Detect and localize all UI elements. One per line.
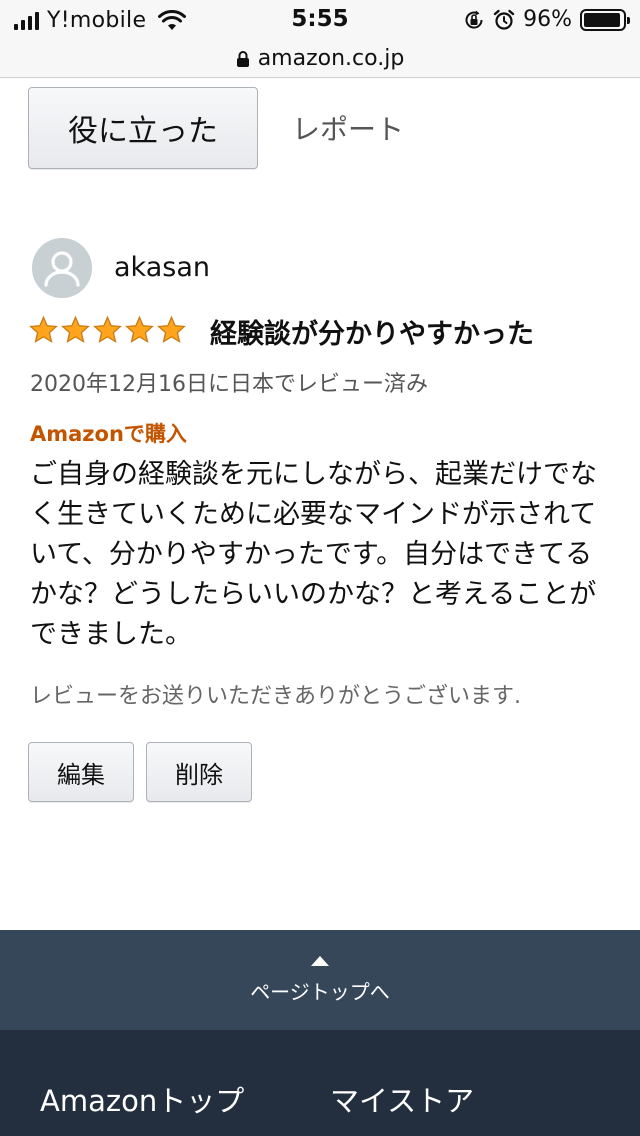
review-body: ご自身の経験談を元にしながら、起業だけでなく生きていくために必要なマインドが示さ… — [30, 459, 597, 650]
star-icon — [125, 315, 154, 343]
lock-icon — [236, 50, 249, 67]
footer-link-my-store[interactable]: マイストア — [330, 1078, 474, 1120]
battery-fill — [584, 12, 621, 27]
battery-percent: 96% — [523, 7, 572, 32]
back-to-top-bar[interactable]: ページトップへ — [0, 930, 640, 1030]
star-icon — [29, 315, 58, 343]
default-avatar-icon — [32, 238, 92, 298]
address-bar[interactable]: amazon.co.jp — [0, 40, 640, 78]
url-text: amazon.co.jp — [257, 46, 405, 71]
verified-purchase-badge: Amazonで購入 — [30, 422, 187, 446]
footer-link-amazon-top[interactable]: Amazonトップ — [40, 1078, 244, 1120]
star-icon — [61, 315, 90, 343]
reviewer-name[interactable]: akasan — [114, 252, 210, 283]
status-bar: Y!mobile 5:55 96% — [0, 0, 640, 40]
orientation-lock-icon — [465, 10, 483, 29]
star-rating — [28, 315, 187, 345]
review-title: 経験談が分かりやすかった — [210, 319, 534, 350]
star-icon — [157, 315, 186, 343]
helpful-button[interactable]: 役に立った — [28, 87, 258, 169]
back-to-top-label: ページトップへ — [250, 979, 390, 1004]
review-date: 2020年12月16日に日本でレビュー済み — [30, 372, 428, 397]
review-thanks-message: レビューをお送りいただきありがとうございます. — [30, 684, 521, 709]
status-right: 96% — [463, 7, 630, 32]
star-icon — [93, 315, 122, 343]
battery-icon — [580, 8, 630, 31]
avatar — [32, 238, 92, 298]
report-link[interactable]: レポート — [292, 108, 404, 148]
alarm-icon — [493, 9, 515, 30]
edit-review-button[interactable]: 編集 — [28, 742, 134, 802]
delete-review-button[interactable]: 削除 — [146, 742, 252, 802]
caret-up-icon — [311, 955, 329, 966]
